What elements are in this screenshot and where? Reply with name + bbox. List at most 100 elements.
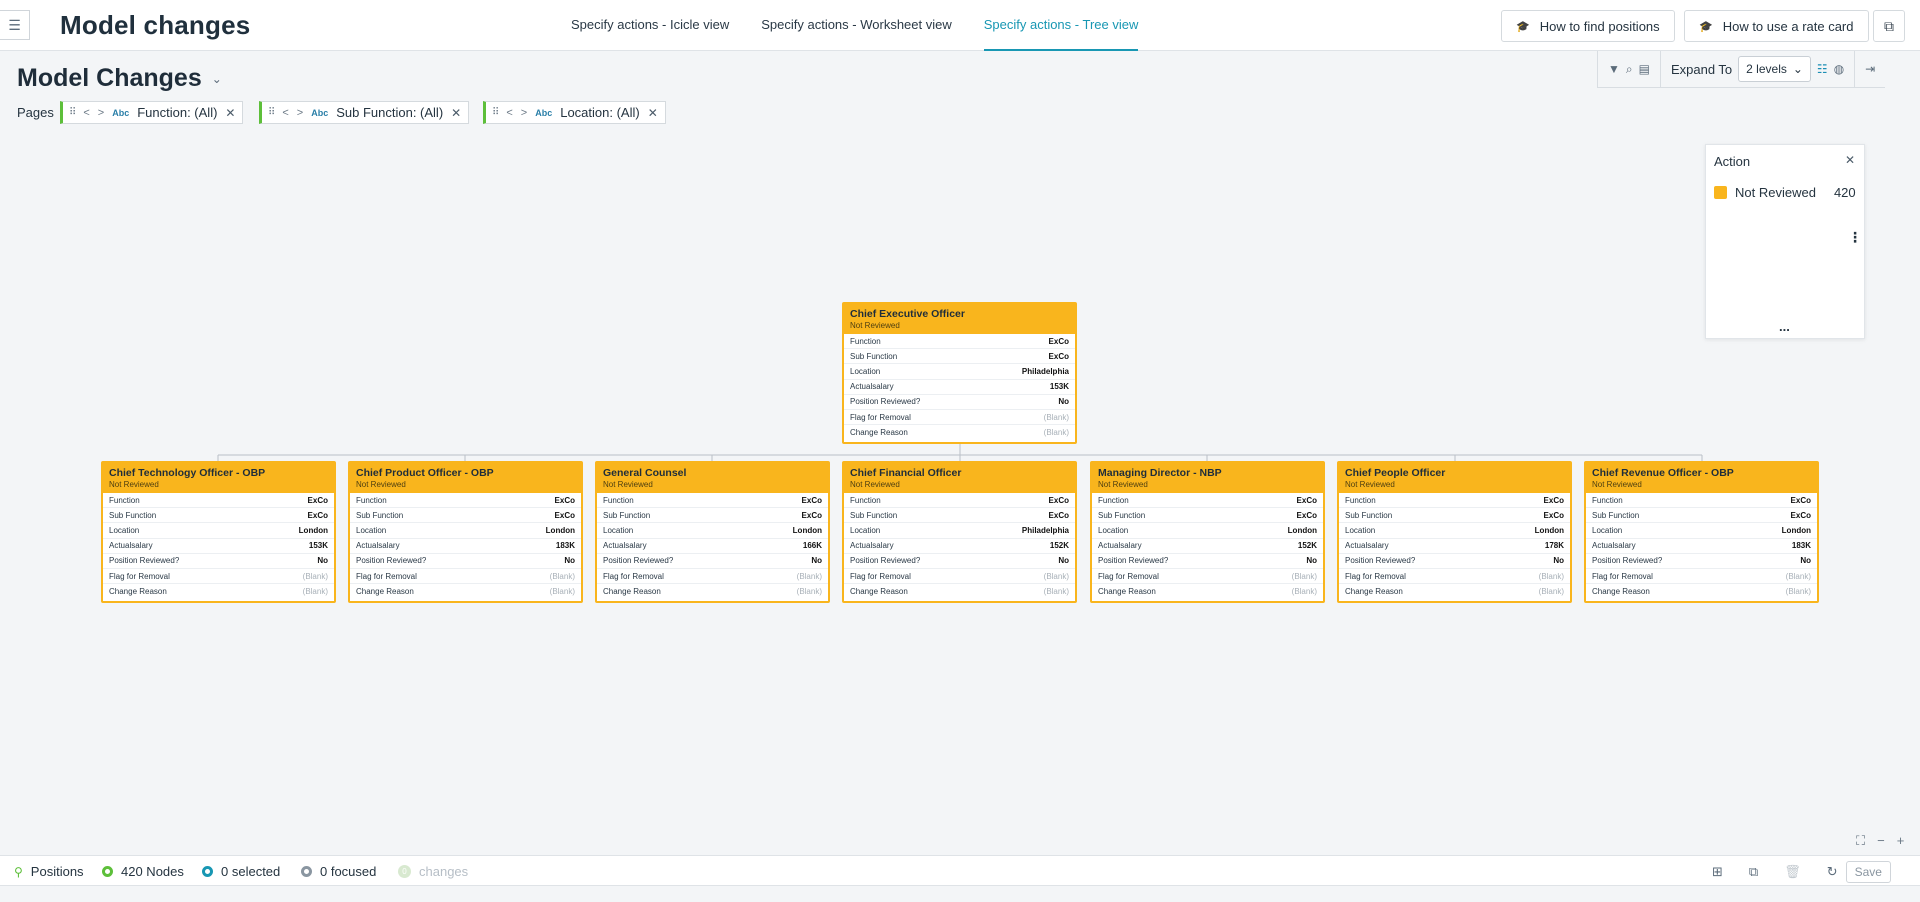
field-value: (Blank) [1043, 412, 1069, 422]
field-value: ExCo [1296, 495, 1317, 505]
card-row: Position Reviewed? No [103, 554, 334, 569]
field-value: (Blank) [1538, 587, 1564, 597]
close-icon[interactable]: ✕ [1845, 153, 1855, 167]
field-value: ExCo [307, 495, 328, 505]
chevron-right-icon[interactable]: > [297, 107, 303, 119]
filter-chip-location[interactable]: ⠿ < > Abc Location: (All) ✕ [483, 101, 666, 124]
comment-icon[interactable]: ▤ [1639, 62, 1650, 76]
filter-icon[interactable]: ▼ [1608, 62, 1620, 76]
legend-title: Action [1714, 154, 1751, 169]
field-value: (Blank) [549, 571, 575, 581]
org-card-child[interactable]: Chief Financial Officer Not Reviewed Fun… [842, 461, 1077, 603]
org-card-child[interactable]: General Counsel Not Reviewed Function ExC… [595, 461, 830, 603]
field-value: (Blank) [1043, 428, 1069, 438]
card-row: Sub Function ExCo [350, 508, 581, 524]
filter-chip-function[interactable]: ⠿ < > Abc Function: (All) ✕ [60, 101, 244, 124]
card-row: Flag for Removal (Blank) [1092, 569, 1323, 585]
field-label: Flag for Removal [1592, 571, 1653, 581]
menu-toggle-button[interactable]: ☰ [0, 10, 30, 40]
tree-connectors [217, 443, 1703, 461]
card-row: Position Reviewed? No [1339, 554, 1570, 569]
field-label: Change Reason [1592, 587, 1650, 597]
chevron-right-icon[interactable]: > [521, 107, 527, 119]
field-value: ExCo [1790, 510, 1811, 520]
refresh-icon[interactable]: ↻ [1827, 864, 1838, 880]
expand-levels-select[interactable]: 2 levels ⌄ [1738, 56, 1811, 82]
positions-label: Positions [30, 864, 84, 879]
field-value: 183K [555, 541, 575, 551]
close-icon[interactable]: ✕ [225, 106, 235, 120]
field-value: ExCo [1048, 336, 1069, 346]
org-card-root[interactable]: Chief Executive Officer Not Reviewed Fun… [842, 302, 1077, 444]
search-icon[interactable]: ⌕ [1626, 62, 1633, 77]
chevron-left-icon[interactable]: < [506, 107, 512, 119]
field-value: ExCo [1296, 510, 1317, 520]
field-label: Location [356, 525, 387, 535]
field-value: ExCo [554, 510, 575, 520]
org-card-child[interactable]: Managing Director - NBP Not Reviewed Fun… [1090, 461, 1325, 603]
field-label: Actualsalary [1345, 541, 1389, 551]
card-header: Chief Technology Officer - OBP Not Revie… [103, 463, 334, 493]
selected-count[interactable]: 0 selected [202, 856, 280, 887]
close-icon[interactable]: ✕ [451, 106, 461, 120]
copy-icon[interactable]: ⧉ [1749, 864, 1758, 880]
field-label: Change Reason [1098, 587, 1156, 597]
add-node-icon[interactable]: ⊞ [1712, 864, 1723, 880]
view-tabs: Specify actions - Icicle view Specify ac… [571, 0, 1139, 51]
focused-count[interactable]: 0 focused [301, 856, 376, 887]
card-row: Location London [103, 523, 334, 539]
card-title: Chief Technology Officer - OBP [109, 467, 266, 479]
pages-label: Pages [17, 105, 54, 120]
field-value: ExCo [1048, 351, 1069, 361]
legend-more[interactable]: ... [1779, 319, 1790, 334]
tab-worksheet-view[interactable]: Specify actions - Worksheet view [761, 0, 952, 51]
field-value: No [811, 556, 822, 566]
drag-handle-icon[interactable]: ⠿ [492, 107, 499, 118]
card-row: Flag for Removal (Blank) [844, 410, 1075, 426]
card-row: Location London [1339, 523, 1570, 539]
how-to-find-positions-button[interactable]: 🎓 How to find positions [1501, 10, 1675, 42]
field-label: Flag for Removal [356, 571, 417, 581]
org-card-child[interactable]: Chief People Officer Not Reviewed Functi… [1337, 461, 1572, 603]
fit-screen-icon[interactable]: ⛶ [1856, 833, 1865, 849]
trash-icon[interactable]: 🗑 [1784, 864, 1801, 880]
filter-label-function: Function: (All) [137, 105, 218, 120]
drag-handle-icon[interactable]: ⠿ [268, 107, 275, 118]
org-card-child[interactable]: Chief Product Officer - OBP Not Reviewed… [348, 461, 583, 603]
legend-item-not-reviewed[interactable]: Not Reviewed 420 [1714, 185, 1856, 200]
zoom-in-icon[interactable]: + [1897, 833, 1905, 849]
field-value: 183K [1791, 541, 1811, 551]
positions-selector[interactable]: ⚲ Positions [14, 856, 84, 887]
zoom-out-icon[interactable]: − [1877, 833, 1885, 849]
close-icon[interactable]: ✕ [648, 106, 658, 120]
how-to-use-rate-card-button[interactable]: 🎓 How to use a rate card [1684, 10, 1869, 42]
org-card-child[interactable]: Chief Technology Officer - OBP Not Revie… [101, 461, 336, 603]
save-button[interactable]: Save [1845, 860, 1891, 883]
tab-tree-view[interactable]: Specify actions - Tree view [983, 0, 1139, 51]
field-value: London [1287, 525, 1317, 535]
legend-item-label: Not Reviewed [1735, 185, 1816, 200]
list-view-icon[interactable]: ☷ [1817, 62, 1828, 76]
card-row: Function ExCo [103, 493, 334, 509]
changes-count[interactable]: 0 changes [398, 856, 468, 887]
collapse-view-button[interactable]: ⧉ [1873, 10, 1905, 42]
card-row: Function ExCo [597, 493, 828, 509]
field-value: (Blank) [302, 571, 328, 581]
top-header: ☰ Model changes Specify actions - Icicle… [0, 0, 1920, 51]
filter-chip-sub-function[interactable]: ⠿ < > Abc Sub Function: (All) ✕ [259, 101, 470, 124]
card-row: Actualsalary 183K [350, 539, 581, 554]
field-label: Location [603, 525, 634, 535]
export-icon[interactable]: ⇥ [1865, 62, 1875, 76]
card-title: Chief People Officer [1345, 467, 1446, 479]
drag-handle-icon[interactable]: ⠿ [69, 107, 76, 118]
palette-icon[interactable]: ◍ [1834, 62, 1844, 76]
kebab-menu-icon[interactable]: ⋮ [1848, 229, 1862, 246]
chevron-left-icon[interactable]: < [282, 107, 288, 119]
chevron-right-icon[interactable]: > [98, 107, 104, 119]
chevron-left-icon[interactable]: < [83, 107, 89, 119]
field-label: Position Reviewed? [850, 397, 921, 407]
tab-icicle-view[interactable]: Specify actions - Icicle view [571, 0, 729, 51]
page-title[interactable]: Model Changes ⌄ [17, 64, 222, 93]
org-card-child[interactable]: Chief Revenue Officer - OBP Not Reviewed… [1584, 461, 1819, 603]
app-title: Model changes [60, 10, 251, 40]
